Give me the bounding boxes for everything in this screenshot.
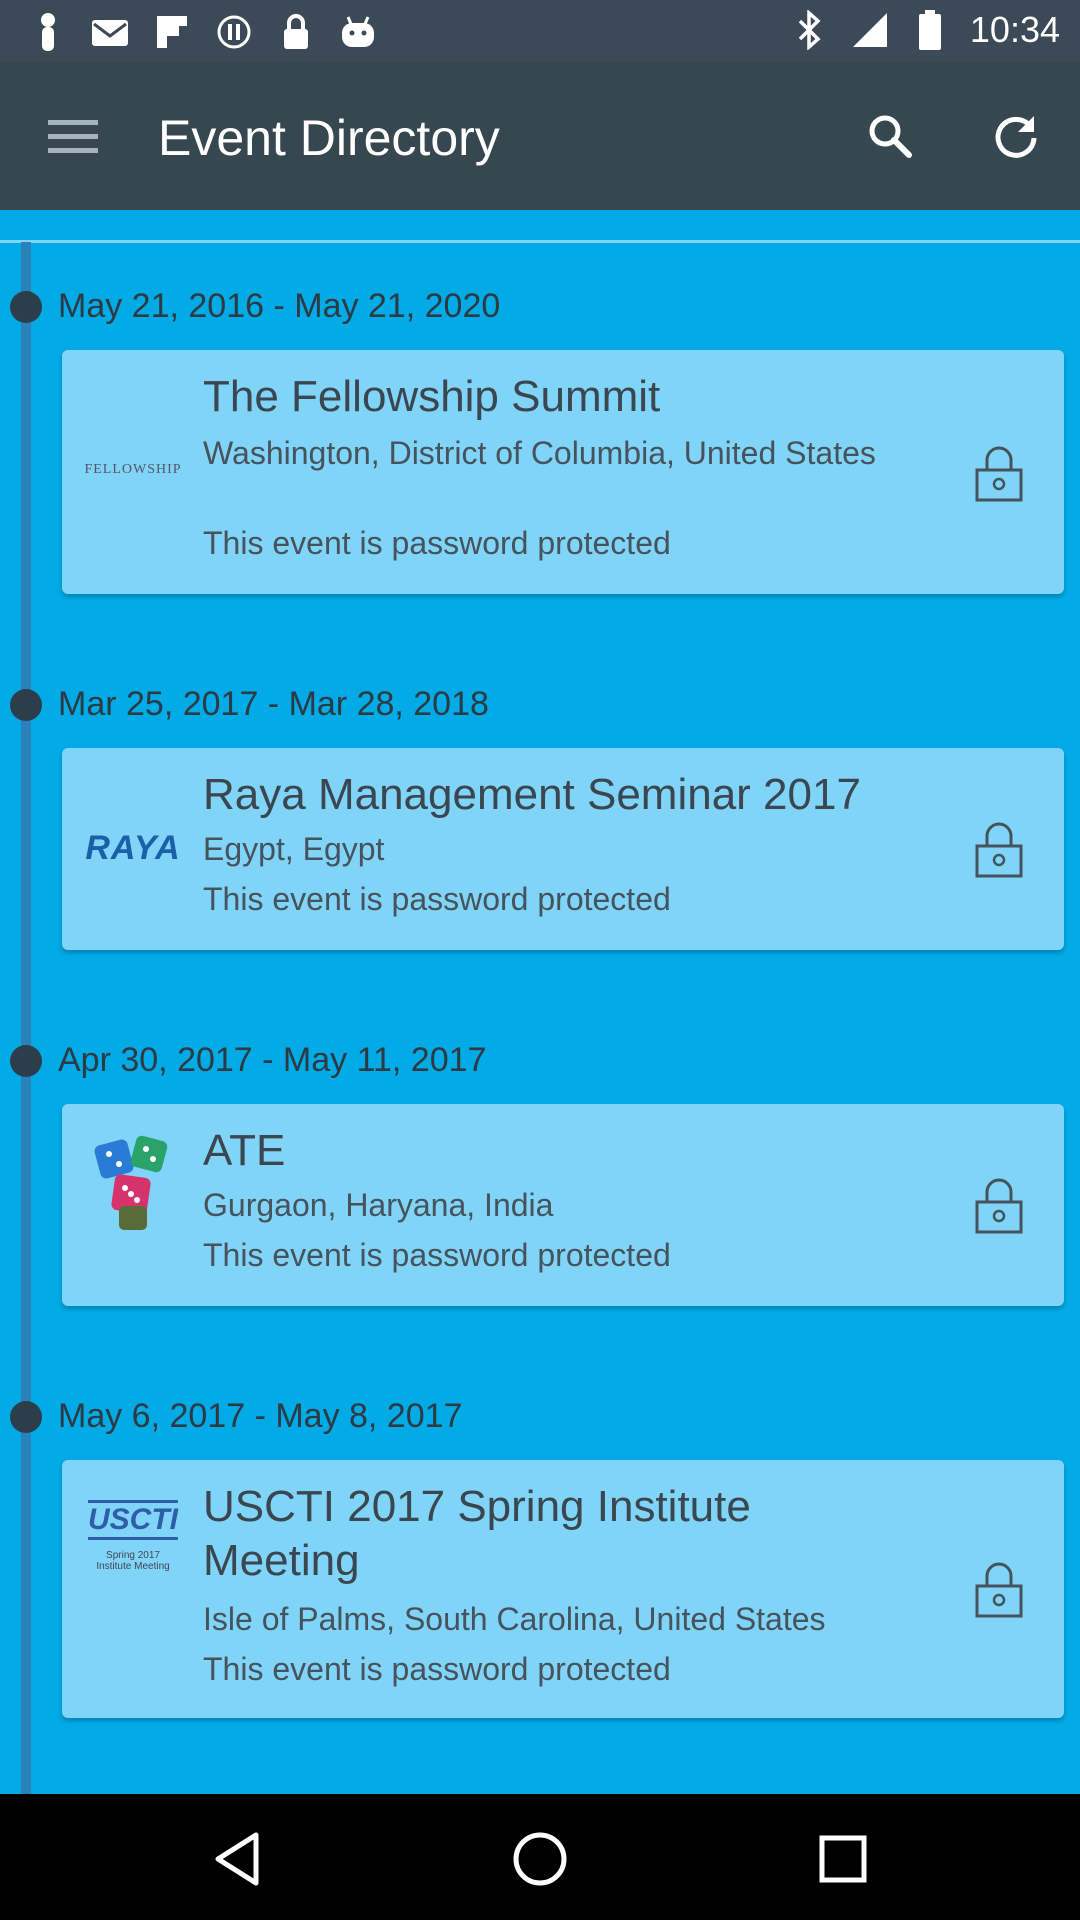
- event-location: Egypt, Egypt: [203, 831, 385, 867]
- flipboard-icon: [152, 10, 192, 54]
- home-icon: [513, 1832, 567, 1886]
- bluetooth-icon: [790, 8, 830, 52]
- timeline-dot: [10, 1401, 42, 1433]
- event-status: This event is password protected: [203, 1237, 671, 1273]
- app-bar: Event Directory: [0, 62, 1080, 210]
- event-logo: USCTI Spring 2017 Institute Meeting: [76, 1486, 190, 1586]
- status-bar-notifications: [28, 10, 378, 54]
- status-time: 10:34: [969, 9, 1060, 50]
- timeline-dot: [10, 1045, 42, 1077]
- fellowship-logo: FELLOWSHIP: [84, 462, 182, 477]
- event-status: This event is password protected: [203, 881, 671, 917]
- page-title: Event Directory: [158, 110, 500, 166]
- event-name: Raya Management Seminar 2017: [203, 770, 861, 819]
- back-button[interactable]: [202, 1824, 272, 1894]
- signal-icon: [850, 8, 890, 52]
- divider: [0, 240, 1080, 243]
- event-status: This event is password protected: [203, 525, 671, 561]
- back-icon: [215, 1832, 259, 1886]
- lock-icon: [276, 10, 316, 54]
- event-location: Gurgaon, Haryana, India: [203, 1187, 554, 1223]
- logo-caption: Spring 2017: [106, 1550, 160, 1561]
- menu-button[interactable]: [40, 106, 106, 166]
- refresh-button[interactable]: [984, 104, 1048, 168]
- logo-caption: Institute Meeting: [96, 1561, 170, 1572]
- notification-icon: [28, 10, 68, 54]
- lock-icon: [975, 1562, 1023, 1618]
- event-date-range: Apr 30, 2017 - May 11, 2017: [58, 1041, 487, 1079]
- event-location: Isle of Palms, South Carolina, United St…: [203, 1601, 826, 1637]
- event-list[interactable]: May 21, 2016 - May 21, 2020 FELLOWSHIP T…: [0, 210, 1080, 1794]
- lock-icon: [975, 1178, 1023, 1234]
- lock-icon: [975, 822, 1023, 878]
- home-button[interactable]: [505, 1824, 575, 1894]
- event-date-range: May 21, 2016 - May 21, 2020: [58, 287, 501, 325]
- event-location: Washington, District of Columbia, United…: [203, 435, 876, 471]
- lock-icon: [975, 446, 1023, 502]
- timeline-dot: [10, 291, 42, 323]
- sync-icon: [214, 10, 254, 54]
- event-name: USCTI 2017 Spring Institute Meeting: [203, 1482, 751, 1585]
- event-name: ATE: [203, 1126, 286, 1175]
- event-date-range: May 6, 2017 - May 8, 2017: [58, 1397, 463, 1435]
- event-logo: RAYA: [76, 798, 190, 898]
- hamburger-menu-icon: [48, 120, 98, 153]
- timeline-line: [21, 242, 31, 1794]
- battery-icon: [910, 8, 950, 52]
- event-card[interactable]: ATE Gurgaon, Haryana, India This event i…: [62, 1104, 1064, 1306]
- event-card[interactable]: FELLOWSHIP The Fellowship Summit Washing…: [62, 350, 1064, 594]
- search-button[interactable]: [858, 104, 922, 168]
- uscti-logo: USCTI: [88, 1500, 178, 1540]
- status-bar: 10:34: [0, 0, 1080, 62]
- navigation-bar: [0, 1794, 1080, 1920]
- event-card[interactable]: USCTI Spring 2017 Institute Meeting USCT…: [62, 1460, 1064, 1718]
- search-icon: [869, 115, 912, 158]
- event-card[interactable]: RAYA Raya Management Seminar 2017 Egypt,…: [62, 748, 1064, 950]
- status-bar-system: 10:34: [790, 8, 1060, 52]
- mail-icon: [90, 10, 130, 54]
- recents-icon: [819, 1835, 867, 1883]
- raya-logo: RAYA: [85, 828, 181, 867]
- event-logo: [76, 1134, 190, 1234]
- recents-button[interactable]: [808, 1824, 878, 1894]
- event-name: The Fellowship Summit: [203, 372, 661, 421]
- dice-logo: [94, 1135, 168, 1230]
- timeline-dot: [10, 689, 42, 721]
- event-date-range: Mar 25, 2017 - Mar 28, 2018: [58, 685, 489, 723]
- android-icon: [338, 10, 378, 54]
- event-logo: FELLOWSHIP: [76, 420, 190, 520]
- event-status: This event is password protected: [203, 1651, 671, 1687]
- refresh-icon: [995, 116, 1037, 158]
